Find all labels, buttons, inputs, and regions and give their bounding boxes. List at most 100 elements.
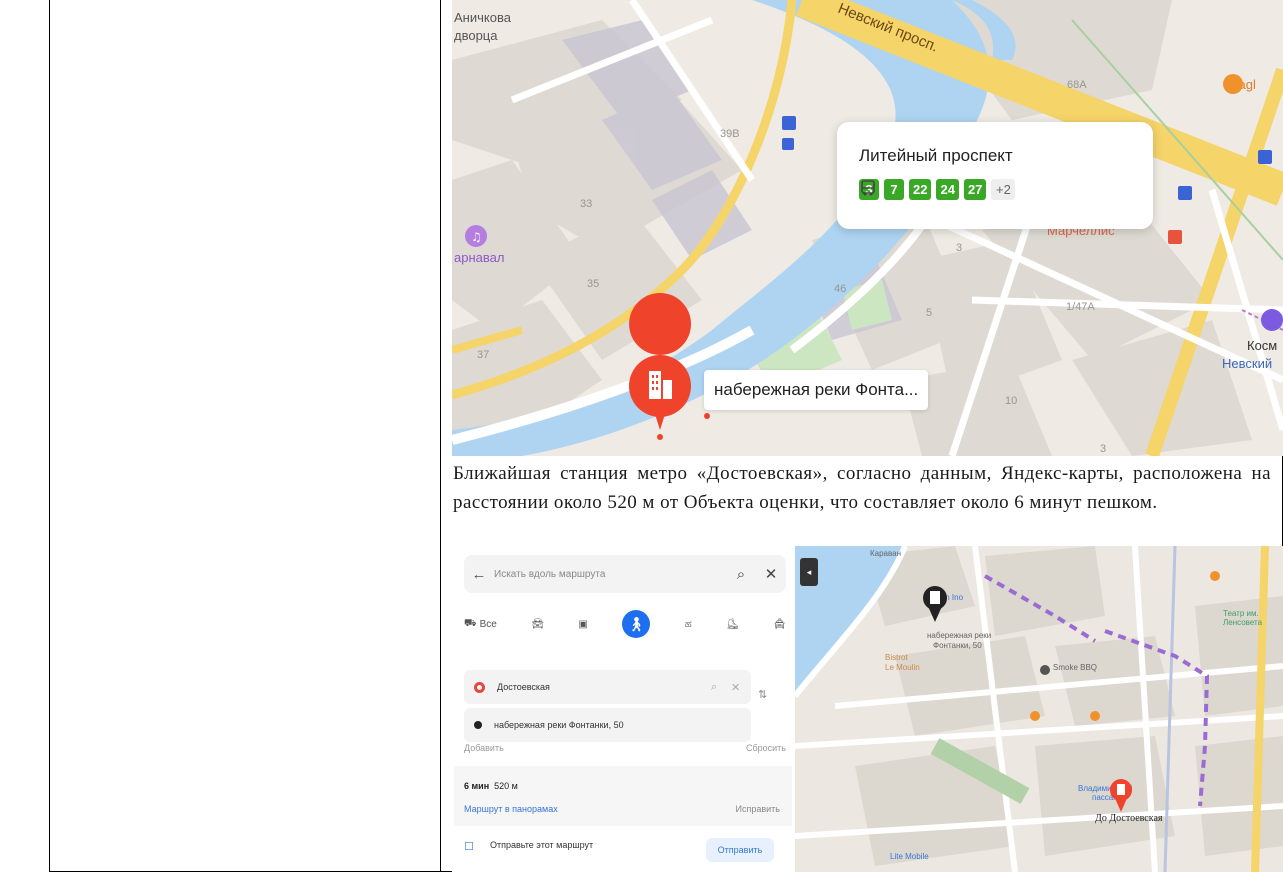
to-dot-icon [474, 721, 482, 729]
taxi-icon[interactable]: 🚖︎ [773, 610, 786, 638]
cafe-icon[interactable] [1223, 74, 1243, 94]
building-pin-icon[interactable] [629, 293, 692, 355]
map-label-metro: До Достоевская [1095, 813, 1163, 824]
map-label-address-2: Фонтанки, 50 [933, 641, 982, 650]
pin-point [704, 413, 710, 419]
swap-icon[interactable]: ⇅ [758, 688, 767, 701]
map-label-bistro-2: Le Moulin [885, 663, 920, 672]
pier-icon[interactable] [782, 116, 796, 130]
send-route-row: ☐ Отправьте этот маршрут Отправить [464, 838, 786, 872]
send-route-button[interactable]: Отправить [706, 838, 774, 862]
map-label-lite-mobile: Lite Mobile [890, 852, 929, 861]
route-chip[interactable]: 22 [909, 179, 932, 200]
route-summary: 6 мин 520 м [464, 781, 518, 791]
mode-all[interactable]: ⛟ Все [464, 610, 497, 638]
cafe-icon[interactable] [1030, 711, 1040, 721]
panorama-link[interactable]: Маршрут в панорамах [464, 804, 558, 814]
house-number: 39В [720, 128, 740, 140]
add-point-link[interactable]: Добавить [464, 743, 504, 753]
map-label-karavan: Караван [870, 549, 901, 558]
house-number: 33 [580, 198, 592, 210]
address-pin-label[interactable]: набережная реки Фонта... [704, 370, 929, 410]
poi-icon[interactable] [1261, 309, 1283, 331]
house-number: 3 [956, 242, 962, 254]
route-more-chip[interactable]: +2 [991, 179, 1016, 200]
house-number: 35 [587, 278, 599, 290]
collapse-panel-icon[interactable]: ◂ [800, 558, 818, 586]
route-actions: Добавить Сбросить [464, 743, 786, 753]
map-label-teatr-2: Ленсовета [1223, 618, 1263, 627]
route-chip[interactable]: 27 [963, 179, 987, 200]
route-chip[interactable]: 24 [936, 179, 959, 200]
bus-icon [861, 180, 875, 196]
route-duration: 6 мин [464, 781, 490, 791]
place-label-anichkov-1: Аничкова [454, 10, 512, 25]
house-number: 37 [477, 349, 489, 361]
route-screenshot: ← Искать вдоль маршрута ⌕ ✕ ⛟ Все 🚘︎ ▣ 🚶︎… [452, 546, 1283, 872]
route-result[interactable]: 6 мин 520 м Маршрут в панорамах Исправит… [454, 766, 792, 826]
map-label-bistro: Bistrot [885, 653, 908, 662]
bus-icon[interactable]: ▣ [578, 610, 587, 638]
building-glyph [930, 591, 940, 604]
house-number: 1/47А [1066, 301, 1095, 313]
from-dot-icon [474, 681, 485, 693]
route-distance: 520 м [494, 781, 518, 791]
pin-point [657, 434, 663, 440]
bus-stop-title: Литейный проспект [859, 146, 1013, 165]
route-from-input[interactable]: Достоевская [497, 682, 711, 692]
cafe-icon[interactable] [1210, 571, 1220, 581]
route-from-field[interactable]: Достоевская ⌕ ✕ [464, 670, 751, 704]
clear-icon[interactable]: ✕ [731, 681, 751, 694]
building-glyph [1117, 784, 1125, 795]
bus-stop-card[interactable]: Литейный проспект 3 7 22 24 27 +2 [837, 122, 1153, 229]
route-search-bar[interactable]: ← Искать вдоль маршрута ⌕ ✕ [464, 555, 786, 593]
map-bottom[interactable]: Караван набережная реки Фонтанки, 50 Bis… [795, 546, 1283, 872]
route-search-input[interactable]: Искать вдоль маршрута [494, 569, 726, 580]
pedestrian-icon[interactable]: 🚶︎ [622, 610, 651, 638]
place-label-karnaval: арнавал [454, 250, 504, 265]
mode-all-label: Все [479, 618, 497, 630]
map-label-smoke: Smoke BBQ [1053, 663, 1097, 672]
route-to-input[interactable]: набережная реки Фонтанки, 50 [494, 720, 751, 730]
send-route-text: Отправьте этот маршрут [490, 840, 594, 850]
transport-icon[interactable] [782, 138, 794, 150]
place-label-nevsky: Невский [1222, 356, 1272, 371]
bus-routes: 3 7 22 24 27 +2 [859, 179, 1016, 200]
transport-icon[interactable] [1258, 150, 1272, 164]
route-panel: ← Искать вдоль маршрута ⌕ ✕ ⛟ Все 🚘︎ ▣ 🚶︎… [452, 546, 795, 872]
reset-link[interactable]: Сбросить [746, 743, 786, 753]
map-label-address-1: набережная реки [927, 631, 991, 640]
transport-modes: ⛟ Все 🚘︎ ▣ 🚶︎ ಹ ⛸︎ 🚖︎ [464, 610, 786, 638]
building-glyph [663, 380, 672, 399]
car-icon[interactable]: 🚘︎ [531, 610, 544, 638]
transport-icon[interactable] [1178, 186, 1192, 200]
house-number: 68А [1067, 79, 1087, 91]
music-icon-glyph: ♫ [471, 230, 482, 244]
bicycle-icon[interactable]: ಹ [685, 610, 692, 638]
house-number: 10 [1005, 395, 1017, 407]
table-column-divider [440, 0, 441, 872]
search-icon[interactable]: ⌕ [711, 681, 731, 694]
search-icon[interactable]: ⌕ [726, 566, 756, 583]
metro-icon[interactable] [1168, 230, 1182, 244]
map-bottom-canvas: Караван набережная реки Фонтанки, 50 Bis… [795, 546, 1283, 872]
map-top[interactable]: 68А 39В 33 35 37 46 3 5 1/47А 10 3 Аничк… [452, 0, 1283, 456]
scooter-icon[interactable]: ⛸︎ [726, 610, 739, 638]
bbq-icon[interactable] [1040, 665, 1050, 675]
all-modes-icon: ⛟ [464, 617, 477, 629]
place-label-kosm: Косм [1247, 338, 1277, 353]
house-number: 3 [1100, 443, 1106, 455]
phone-icon: ☐ [464, 841, 474, 853]
cafe-icon[interactable] [1090, 711, 1100, 721]
route-to-field[interactable]: набережная реки Фонтанки, 50 [464, 708, 751, 742]
map-label-teatr: Театр им. [1223, 609, 1259, 618]
place-label-anichkov-2: дворца [454, 28, 498, 43]
house-number: 46 [834, 283, 846, 295]
back-arrow-icon[interactable]: ← [464, 566, 494, 583]
building-glyph [649, 371, 661, 399]
fix-link[interactable]: Исправить [736, 804, 780, 814]
close-icon[interactable]: ✕ [756, 565, 786, 583]
metro-distance-paragraph: Ближайшая станция метро «Достоевская», с… [453, 463, 1271, 513]
route-chip[interactable]: 7 [884, 179, 904, 200]
house-number: 5 [926, 307, 932, 319]
